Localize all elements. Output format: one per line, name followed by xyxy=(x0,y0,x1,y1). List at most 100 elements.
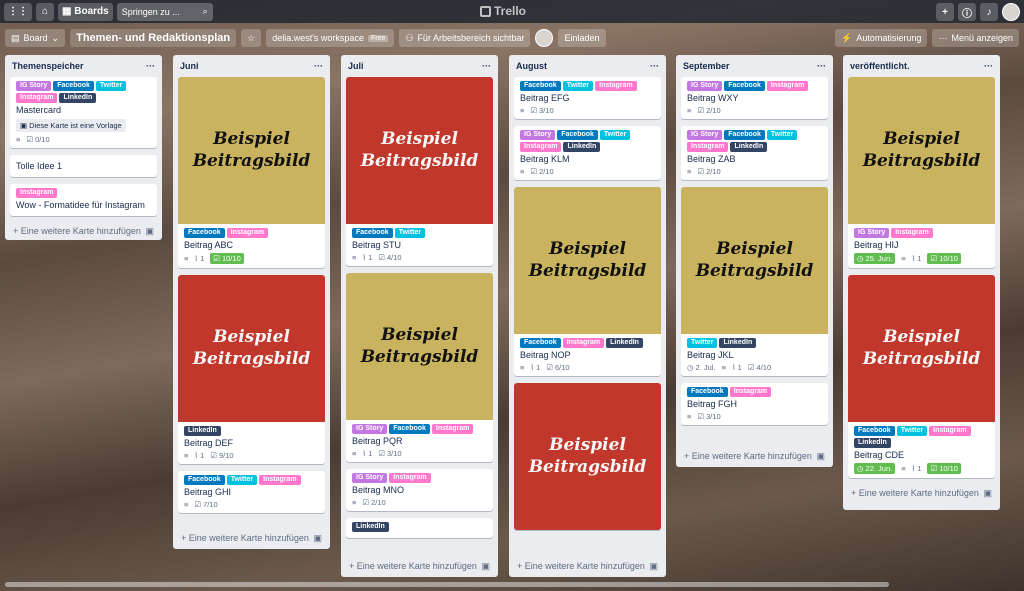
list-title[interactable]: Themenspeicher xyxy=(12,61,84,71)
label-linkedin[interactable]: LinkedIn xyxy=(59,93,97,103)
label-instagram[interactable]: Instagram xyxy=(16,188,58,198)
label-ig-story[interactable]: IG Story xyxy=(352,473,388,483)
template-icon[interactable]: ▣ xyxy=(145,226,154,237)
label-instagram[interactable]: Instagram xyxy=(389,473,431,483)
add-card-button[interactable]: + Eine weitere Karte hinzufügen ▣ xyxy=(848,485,995,501)
label-instagram[interactable]: Instagram xyxy=(595,81,637,91)
list-menu-icon[interactable]: ··· xyxy=(817,61,826,71)
list-title[interactable]: veröffentlicht. xyxy=(850,61,910,71)
label-facebook[interactable]: Facebook xyxy=(184,228,225,238)
add-card-button[interactable]: + Eine weitere Karte hinzufügen ▣ xyxy=(681,448,828,464)
card[interactable]: Beispiel Beitragsbild IG Story Facebook Ins… xyxy=(346,273,493,462)
show-menu-button[interactable]: ··· Menü anzeigen xyxy=(932,29,1019,47)
card[interactable]: Beispiel Beitragsbild IG Story Instagram Be… xyxy=(848,77,995,268)
create-plus-icon[interactable]: + xyxy=(936,3,954,21)
label-instagram[interactable]: Instagram xyxy=(729,387,772,397)
card[interactable]: LinkedIn xyxy=(346,518,493,538)
automation-button[interactable]: ⚡ Automatisierung xyxy=(835,29,928,47)
label-linkedin[interactable]: LinkedIn xyxy=(606,338,643,348)
template-icon[interactable]: ▣ xyxy=(983,488,992,499)
info-icon[interactable]: ⓘ xyxy=(958,3,976,21)
label-twitter[interactable]: Twitter xyxy=(562,81,594,91)
card[interactable]: Instagram Wow - Formatidee für Instagram xyxy=(10,184,157,216)
home-icon[interactable]: ⌂ xyxy=(36,2,54,21)
card[interactable]: Beispiel Beitragsbild Facebook Instagram Li… xyxy=(514,187,661,376)
card[interactable]: Beispiel Beitragsbild xyxy=(514,383,661,530)
card[interactable]: IG Story Facebook Twitter Instagram LinkedIn… xyxy=(10,77,157,148)
card[interactable]: IG Story Instagram Beitrag MNO ≡ ☑ 2/10 xyxy=(346,469,493,511)
star-icon[interactable]: ☆ xyxy=(241,29,262,47)
workspace-button[interactable]: delia.west's workspace Free xyxy=(266,29,395,47)
label-linkedin[interactable]: LinkedIn xyxy=(352,522,389,532)
label-facebook[interactable]: Facebook xyxy=(557,130,598,140)
list-title[interactable]: August xyxy=(516,61,547,71)
card[interactable]: IG Story Facebook Instagram Beitrag WXY ≡ ☑ 2/… xyxy=(681,77,828,119)
card[interactable]: IG Story Facebook Twitter Instagram LinkedIn… xyxy=(514,126,661,180)
card[interactable]: Beispiel Beitragsbild Facebook Instagram Be… xyxy=(178,77,325,268)
member-avatar[interactable] xyxy=(535,29,554,47)
label-facebook[interactable]: Facebook xyxy=(184,475,225,485)
label-facebook[interactable]: Facebook xyxy=(520,81,561,91)
label-instagram[interactable]: Instagram xyxy=(226,228,269,238)
user-avatar[interactable] xyxy=(1002,3,1020,21)
list-menu-icon[interactable]: ··· xyxy=(650,61,659,71)
label-linkedin[interactable]: LinkedIn xyxy=(854,438,891,448)
add-card-button[interactable]: + Eine weitere Karte hinzufügen ▣ xyxy=(178,530,325,546)
horizontal-scrollbar[interactable] xyxy=(5,582,889,587)
label-instagram[interactable]: Instagram xyxy=(766,81,809,91)
label-facebook[interactable]: Facebook xyxy=(687,387,728,397)
label-facebook[interactable]: Facebook xyxy=(724,81,765,91)
label-ig-story[interactable]: IG Story xyxy=(687,130,723,140)
label-linkedin[interactable]: LinkedIn xyxy=(563,142,601,152)
card[interactable]: Facebook Twitter Instagram Beitrag GHI ≡ ☑ 7/1… xyxy=(178,471,325,513)
label-twitter[interactable]: Twitter xyxy=(766,130,798,140)
list-title[interactable]: September xyxy=(683,61,730,71)
label-facebook[interactable]: Facebook xyxy=(724,130,765,140)
label-instagram[interactable]: Instagram xyxy=(929,426,971,436)
label-instagram[interactable]: Instagram xyxy=(520,142,562,152)
card[interactable]: Facebook Twitter Instagram Beitrag EFG ≡ ☑ 3/1… xyxy=(514,77,661,119)
label-twitter[interactable]: Twitter xyxy=(394,228,426,238)
search-input[interactable]: Springen zu ... ⌕ xyxy=(116,2,213,21)
label-twitter[interactable]: Twitter xyxy=(599,130,631,140)
add-card-button[interactable]: + Eine weitere Karte hinzufügen ▣ xyxy=(10,223,157,239)
label-instagram[interactable]: Instagram xyxy=(562,338,605,348)
template-icon[interactable]: ▣ xyxy=(816,451,825,462)
board-title[interactable]: Themen- und Redaktionsplan xyxy=(70,29,237,47)
label-linkedin[interactable]: LinkedIn xyxy=(730,142,768,152)
label-ig-story[interactable]: IG Story xyxy=(520,130,556,140)
label-twitter[interactable]: Twitter xyxy=(687,338,718,348)
template-icon[interactable]: ▣ xyxy=(481,561,490,572)
label-ig-story[interactable]: IG Story xyxy=(352,424,388,434)
label-facebook[interactable]: Facebook xyxy=(53,81,94,91)
label-instagram[interactable]: Instagram xyxy=(891,228,933,238)
label-instagram[interactable]: Instagram xyxy=(431,424,474,434)
label-linkedin[interactable]: LinkedIn xyxy=(184,426,221,436)
label-instagram[interactable]: Instagram xyxy=(16,93,58,103)
list-menu-icon[interactable]: ··· xyxy=(146,61,155,71)
trello-logo[interactable]: Trello xyxy=(480,4,526,18)
label-facebook[interactable]: Facebook xyxy=(352,228,393,238)
label-facebook[interactable]: Facebook xyxy=(520,338,561,348)
card[interactable]: Beispiel Beitragsbild LinkedIn Beitrag DEF… xyxy=(178,275,325,464)
apps-grid-icon[interactable]: ⋮⋮ xyxy=(4,2,32,21)
card[interactable]: IG Story Facebook Twitter Instagram LinkedIn… xyxy=(681,126,828,180)
label-instagram[interactable]: Instagram xyxy=(259,475,301,485)
label-ig-story[interactable]: IG Story xyxy=(16,81,52,91)
list-menu-icon[interactable]: ··· xyxy=(482,61,491,71)
card[interactable]: Facebook Instagram Beitrag FGH ≡ ☑ 3/10 xyxy=(681,383,828,425)
add-card-button[interactable]: + Eine weitere Karte hinzufügen ▣ xyxy=(514,558,661,574)
label-twitter[interactable]: Twitter xyxy=(226,475,258,485)
label-twitter[interactable]: Twitter xyxy=(896,426,928,436)
notifications-bell-icon[interactable]: ♪ xyxy=(980,3,998,21)
card[interactable]: Tolle Idee 1 xyxy=(10,155,157,177)
boards-button[interactable]: ▦ Boards xyxy=(58,2,113,21)
template-icon[interactable]: ▣ xyxy=(313,533,322,544)
label-facebook[interactable]: Facebook xyxy=(389,424,430,434)
label-facebook[interactable]: Facebook xyxy=(854,426,895,436)
visibility-button[interactable]: ⚇ Für Arbeitsbereich sichtbar xyxy=(399,29,531,47)
list-menu-icon[interactable]: ··· xyxy=(314,61,323,71)
card[interactable]: Beispiel Beitragsbild Twitter LinkedIn Beit… xyxy=(681,187,828,376)
label-ig-story[interactable]: IG Story xyxy=(854,228,890,238)
list-menu-icon[interactable]: ··· xyxy=(984,61,993,71)
